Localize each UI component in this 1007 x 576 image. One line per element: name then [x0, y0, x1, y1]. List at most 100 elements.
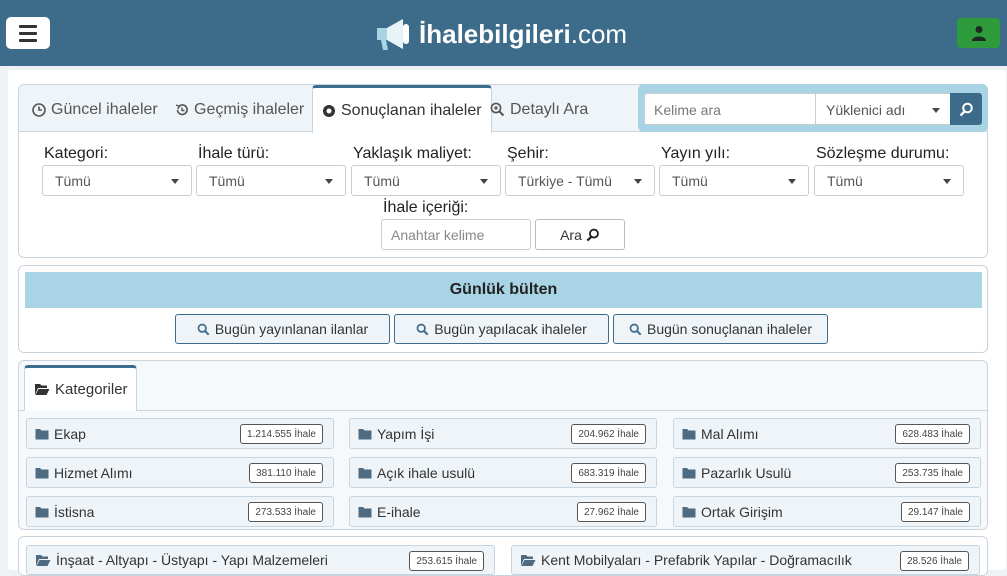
folder-icon [358, 467, 372, 478]
ihale-icerigi-label: İhale içeriği: [383, 199, 469, 216]
category-item[interactable]: E-ihale 27.962 İhale [349, 496, 657, 527]
contractor-select-label: Yüklenici adı [826, 102, 906, 118]
category-item[interactable]: İstisna 273.533 İhale [26, 496, 334, 527]
search-icon [959, 102, 973, 116]
category-name: Açık ihale usulü [377, 464, 476, 481]
ihale-icerigi-input[interactable]: Anahtar kelime [381, 219, 531, 250]
chevron-down-icon [932, 108, 940, 113]
category-name: E-ihale [377, 503, 421, 520]
tab-guncel-ihaleler[interactable]: Güncel ihaleler [32, 86, 158, 133]
tab-label: Güncel ihaleler [51, 100, 158, 118]
chevron-down-icon [943, 179, 951, 184]
keyword-search-input[interactable]: Kelime ara [644, 93, 816, 125]
category-item[interactable]: Yapım İşi 204.962 İhale [349, 418, 657, 449]
tab-label: Kategoriler [55, 381, 128, 398]
folder-icon [358, 506, 372, 517]
user-account-button[interactable] [957, 18, 1000, 48]
tab-kategoriler[interactable]: Kategoriler [24, 365, 137, 411]
select-value: Tümü [55, 173, 91, 189]
select-value: Tümü [209, 173, 245, 189]
divider [19, 410, 987, 411]
folder-icon [682, 467, 696, 478]
ara-button[interactable]: Ara [535, 219, 625, 250]
category-count-badge: 28.526 İhale [899, 551, 969, 571]
folder-icon [682, 506, 696, 517]
folder-open-icon [36, 554, 51, 566]
select-value: Tümü [827, 173, 863, 189]
category-item[interactable]: Hizmet Alımı 381.110 İhale [26, 457, 334, 488]
maliyet-label: Yaklaşık maliyet: [353, 145, 472, 162]
category-count-badge: 204.962 İhale [571, 424, 646, 444]
category-name: Yapım İşi [377, 425, 435, 442]
tab-gecmis-ihaleler[interactable]: Geçmiş ihaleler [175, 86, 304, 133]
tab-label: Sonuçlanan ihaleler [341, 101, 482, 119]
sehir-select[interactable]: Türkiye - Tümü [505, 165, 655, 196]
search-icon [197, 323, 210, 335]
menu-icon-bar [19, 24, 37, 28]
folder-icon [35, 467, 49, 478]
bugun-yayinlanan-button[interactable]: Bugün yayınlanan ilanlar [175, 314, 390, 344]
select-value: Tümü [364, 173, 400, 189]
chevron-down-icon [325, 179, 333, 184]
category-count-badge: 29.147 İhale [900, 502, 970, 522]
category-item[interactable]: Ortak Girişim 29.147 İhale [673, 496, 981, 527]
category-name: Ortak Girişim [701, 503, 783, 520]
ihale-turu-label: İhale türü: [198, 145, 270, 162]
category-item[interactable]: Mal Alımı 628.483 İhale [673, 418, 981, 449]
category-name: Kent Mobilyaları - Prefabrik Yapılar - D… [541, 552, 852, 568]
folder-open-icon [35, 384, 50, 395]
category-count-badge: 253.735 İhale [895, 463, 970, 483]
bugun-sonuclanan-button[interactable]: Bugün sonuçlanan ihaleler [613, 314, 828, 344]
category-count-badge: 381.110 İhale [249, 463, 323, 483]
tab-detayli-ara[interactable]: Detaylı Ara [490, 86, 588, 133]
search-icon [586, 228, 599, 241]
chevron-down-icon [171, 179, 179, 184]
select-value: Tümü [672, 173, 708, 189]
ihale-turu-select[interactable]: Tümü [196, 165, 346, 196]
category-count-badge: 27.962 İhale [576, 502, 646, 522]
megaphone-icon [377, 19, 409, 50]
sozlesme-select[interactable]: Tümü [814, 165, 964, 196]
category-item[interactable]: Pazarlık Usulü 253.735 İhale [673, 457, 981, 488]
category-name: Mal Alımı [701, 425, 759, 442]
category-count-badge: 273.533 İhale [248, 502, 323, 522]
chevron-down-icon [788, 179, 796, 184]
menu-icon-bar [19, 31, 37, 35]
category-count-badge: 1.214.555 İhale [240, 424, 323, 444]
button-label: Bugün sonuçlanan ihaleler [646, 321, 812, 337]
ara-button-label: Ara [560, 226, 582, 243]
category-name: İnşaat - Altyapı - Üstyapı - Yapı Malzem… [56, 552, 328, 568]
zoom-in-icon [490, 102, 505, 117]
quick-search-button[interactable] [950, 93, 982, 125]
sub-category-item[interactable]: İnşaat - Altyapı - Üstyapı - Yapı Malzem… [26, 545, 495, 575]
folder-icon [358, 428, 372, 439]
clock-icon [32, 102, 46, 117]
category-item[interactable]: Ekap 1.214.555 İhale [26, 418, 334, 449]
kategori-select[interactable]: Tümü [42, 165, 192, 196]
folder-icon [35, 506, 49, 517]
search-icon [629, 323, 642, 335]
select-value: Türkiye - Tümü [518, 173, 612, 189]
category-count-badge: 253.615 İhale [409, 551, 484, 571]
menu-icon-bar [19, 38, 37, 42]
category-name: İstisna [54, 503, 95, 520]
folder-icon [682, 428, 696, 439]
sub-category-item[interactable]: Kent Mobilyaları - Prefabrik Yapılar - D… [511, 545, 980, 575]
site-logo[interactable]: İhalebilgileri.com [373, 14, 627, 54]
bugun-yapilacak-button[interactable]: Bugün yapılacak ihaleler [394, 314, 609, 344]
hamburger-menu-button[interactable] [6, 17, 50, 49]
kategori-label: Kategori: [44, 145, 109, 162]
category-count-badge: 628.483 İhale [895, 424, 970, 444]
sozlesme-label: Sözleşme durumu: [816, 145, 950, 162]
maliyet-select[interactable]: Tümü [351, 165, 501, 196]
logo-text: İhalebilgileri.com [419, 18, 628, 49]
yayin-yili-select[interactable]: Tümü [659, 165, 809, 196]
category-name: Ekap [54, 425, 86, 442]
category-item[interactable]: Açık ihale usulü 683.319 İhale [349, 457, 657, 488]
tab-label: Geçmiş ihaleler [194, 100, 305, 118]
contractor-select[interactable]: Yüklenici adı [815, 93, 951, 125]
tab-sonuclanan-ihaleler[interactable]: Sonuçlanan ihaleler [312, 85, 492, 133]
category-count-badge: 683.319 İhale [571, 463, 646, 483]
search-icon [416, 323, 429, 335]
category-name: Pazarlık Usulü [701, 464, 792, 481]
